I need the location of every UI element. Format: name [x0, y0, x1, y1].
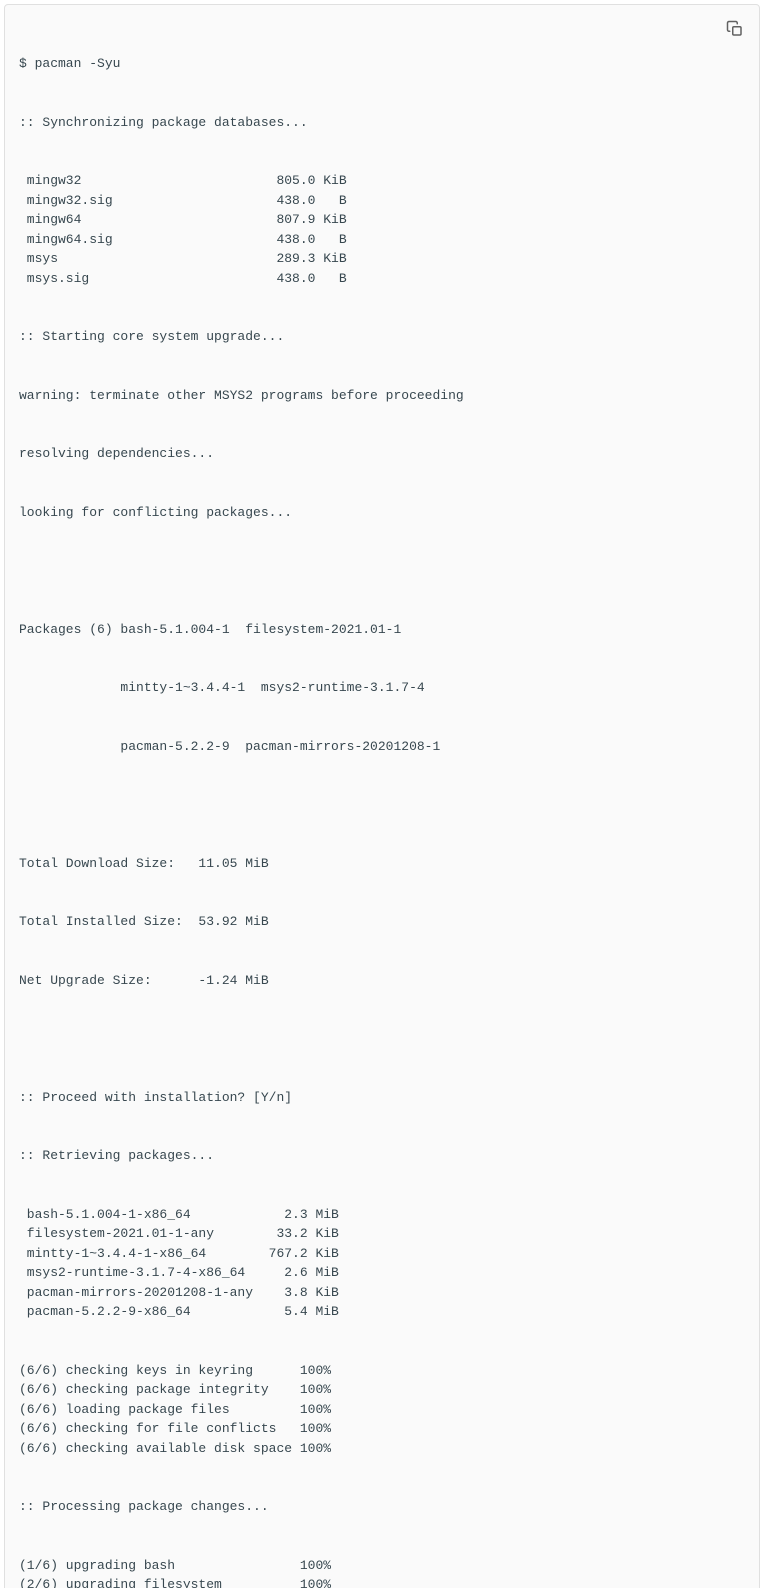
check-row: (6/6) checking package integrity 100%	[19, 1380, 745, 1400]
download-row: mintty-1~3.4.4-1-x86_64 767.2 KiB	[19, 1244, 745, 1264]
check-row: (6/6) checking keys in keyring 100%	[19, 1361, 745, 1381]
warning-line: warning: terminate other MSYS2 programs …	[19, 386, 745, 406]
check-row: (6/6) loading package files 100%	[19, 1400, 745, 1420]
database-row: msys 289.3 KiB	[19, 249, 745, 269]
net-upgrade-line: Net Upgrade Size: -1.24 MiB	[19, 971, 745, 991]
download-row: bash-5.1.004-1-x86_64 2.3 MiB	[19, 1205, 745, 1225]
looking-line: looking for conflicting packages...	[19, 503, 745, 523]
check-row: (6/6) checking for file conflicts 100%	[19, 1419, 745, 1439]
processing-header: :: Processing package changes...	[19, 1497, 745, 1517]
check-list: (6/6) checking keys in keyring 100%(6/6)…	[19, 1361, 745, 1459]
download-row: msys2-runtime-3.1.7-4-x86_64 2.6 MiB	[19, 1263, 745, 1283]
database-sync-list: mingw32 805.0 KiB mingw32.sig 438.0 B mi…	[19, 171, 745, 288]
retrieving-header: :: Retrieving packages...	[19, 1146, 745, 1166]
download-row: pacman-5.2.2-9-x86_64 5.4 MiB	[19, 1302, 745, 1322]
packages-line-3: pacman-5.2.2-9 pacman-mirrors-20201208-1	[19, 737, 745, 757]
database-row: msys.sig 438.0 B	[19, 269, 745, 289]
proceed-prompt: :: Proceed with installation? [Y/n]	[19, 1088, 745, 1108]
blank-line	[19, 795, 745, 815]
terminal-output-box: $ pacman -Syu :: Synchronizing package d…	[4, 4, 760, 1588]
blank-line	[19, 1029, 745, 1049]
terminal-content: $ pacman -Syu :: Synchronizing package d…	[19, 15, 745, 1588]
download-list: bash-5.1.004-1-x86_64 2.3 MiB filesystem…	[19, 1205, 745, 1322]
database-row: mingw64.sig 438.0 B	[19, 230, 745, 250]
packages-header: Packages (6) bash-5.1.004-1 filesystem-2…	[19, 620, 745, 640]
total-download-line: Total Download Size: 11.05 MiB	[19, 854, 745, 874]
download-row: pacman-mirrors-20201208-1-any 3.8 KiB	[19, 1283, 745, 1303]
total-installed-line: Total Installed Size: 53.92 MiB	[19, 912, 745, 932]
start-upgrade-line: :: Starting core system upgrade...	[19, 327, 745, 347]
blank-line	[19, 561, 745, 581]
resolving-line: resolving dependencies...	[19, 444, 745, 464]
database-row: mingw32.sig 438.0 B	[19, 191, 745, 211]
command-prompt: $ pacman -Syu	[19, 54, 745, 74]
download-row: filesystem-2021.01-1-any 33.2 KiB	[19, 1224, 745, 1244]
database-row: mingw64 807.9 KiB	[19, 210, 745, 230]
sync-header: :: Synchronizing package databases...	[19, 113, 745, 133]
copy-button[interactable]	[719, 13, 751, 45]
upgrade-row: (2/6) upgrading filesystem 100%	[19, 1575, 745, 1588]
check-row: (6/6) checking available disk space 100%	[19, 1439, 745, 1459]
upgrade-row: (1/6) upgrading bash 100%	[19, 1556, 745, 1576]
database-row: mingw32 805.0 KiB	[19, 171, 745, 191]
packages-line-2: mintty-1~3.4.4-1 msys2-runtime-3.1.7-4	[19, 678, 745, 698]
copy-icon	[726, 20, 744, 38]
upgrade-list: (1/6) upgrading bash 100%(2/6) upgrading…	[19, 1556, 745, 1588]
